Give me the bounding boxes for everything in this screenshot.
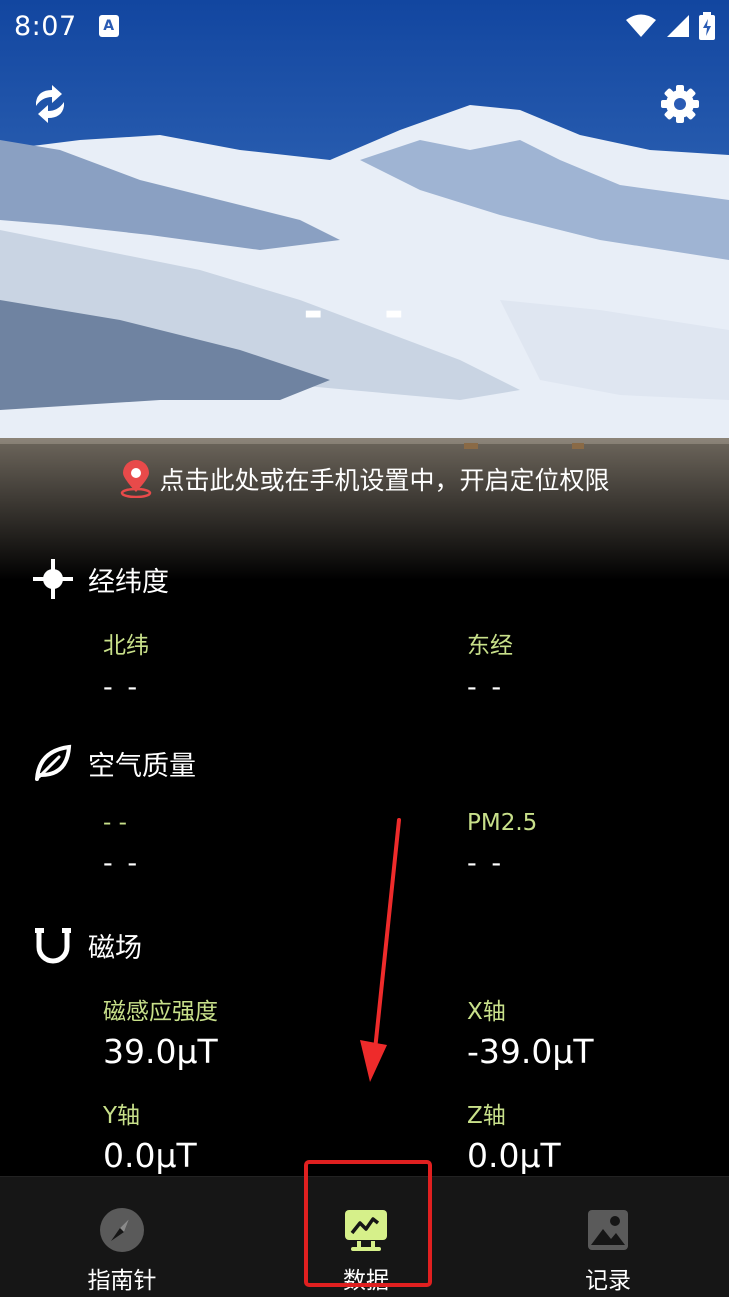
status-bar: 8:07 A	[0, 0, 729, 52]
magnetic-title: 磁场	[88, 932, 142, 964]
air-index-cell: - - - -	[103, 810, 140, 879]
pm25-cell: PM2.5 - -	[467, 810, 537, 879]
z-axis-cell: Z轴 0.0μT	[467, 1096, 561, 1175]
x-axis-value: -39.0μT	[467, 1032, 594, 1071]
pm25-value: - -	[467, 848, 505, 879]
z-axis-value: 0.0μT	[467, 1136, 561, 1175]
longitude-label: 东经	[467, 633, 513, 659]
gear-icon	[661, 85, 699, 123]
battery-icon	[699, 12, 715, 40]
longitude-value: - -	[467, 672, 505, 703]
status-time: 8:07	[14, 10, 77, 42]
wifi-icon	[626, 14, 656, 37]
nav-compass[interactable]: 指南针	[22, 1177, 222, 1297]
annotation-highlight-box	[304, 1160, 432, 1287]
gallery-icon	[585, 1207, 631, 1253]
air-quality-header: 空气质量	[30, 740, 196, 786]
refresh-icon	[36, 85, 64, 123]
air-index-value: - -	[103, 848, 141, 879]
settings-button[interactable]	[656, 80, 704, 128]
pm25-label: PM2.5	[467, 810, 538, 836]
field-strength-value: 39.0μT	[103, 1032, 218, 1071]
x-axis-cell: X轴 -39.0μT	[467, 992, 594, 1071]
nav-record-label: 记录	[585, 1268, 631, 1294]
location-permission-prompt[interactable]: 点击此处或在手机设置中，开启定位权限	[0, 460, 729, 498]
y-axis-label: Y轴	[103, 1103, 141, 1129]
latitude-cell: 北纬 - -	[103, 626, 149, 703]
air-index-label: - -	[103, 810, 127, 836]
y-axis-value: 0.0μT	[103, 1136, 197, 1175]
x-axis-label: X轴	[467, 999, 506, 1025]
status-indicators	[625, 12, 715, 40]
nav-record[interactable]: 记录	[508, 1177, 708, 1297]
y-axis-cell: Y轴 0.0μT	[103, 1096, 197, 1175]
cell-signal-icon	[667, 15, 689, 37]
app-notification-icon: A	[98, 15, 119, 37]
coordinates-title: 经纬度	[88, 566, 169, 598]
compass-icon	[99, 1207, 145, 1253]
z-axis-label: Z轴	[467, 1103, 506, 1129]
location-prompt-text: 点击此处或在手机设置中，开启定位权限	[159, 466, 610, 495]
nav-compass-label: 指南针	[87, 1268, 157, 1294]
longitude-cell: 东经 - -	[467, 626, 513, 703]
coordinates-header: 经纬度	[30, 556, 169, 602]
magnet-icon	[30, 922, 76, 968]
refresh-button[interactable]	[26, 80, 74, 128]
leaf-icon	[30, 740, 76, 786]
location-pin-icon	[121, 460, 152, 498]
latitude-label: 北纬	[103, 633, 149, 659]
field-strength-label: 磁感应强度	[103, 999, 218, 1025]
air-quality-title: 空气质量	[88, 750, 196, 782]
heading-value: - -	[303, 284, 426, 340]
magnetic-header: 磁场	[30, 922, 142, 968]
crosshair-icon	[30, 556, 76, 602]
latitude-value: - -	[103, 672, 141, 703]
field-strength-cell: 磁感应强度 39.0μT	[103, 992, 218, 1071]
